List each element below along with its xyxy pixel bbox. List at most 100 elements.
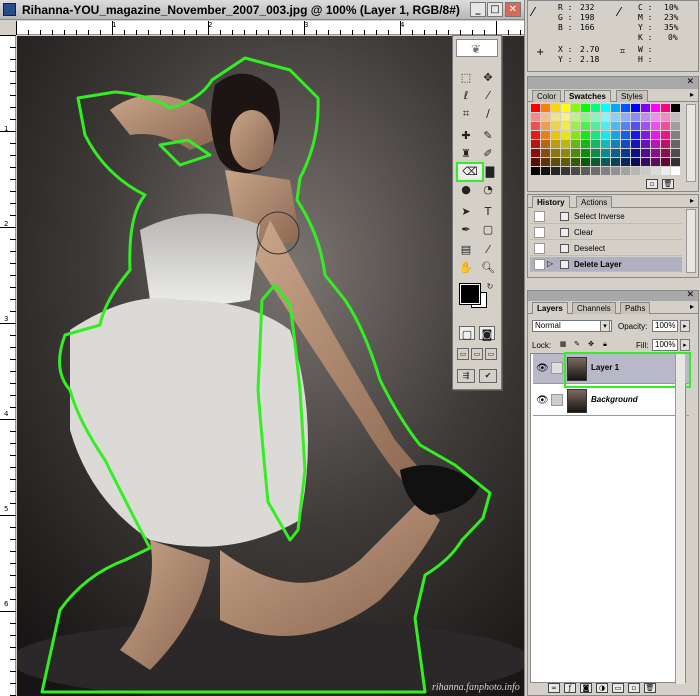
lasso-icon[interactable]: ℓ (457, 88, 475, 104)
swatch[interactable] (671, 149, 680, 157)
chevron-down-icon[interactable]: ▾ (600, 320, 610, 332)
panel-menu-icon[interactable]: ▸ (690, 196, 694, 205)
swatch[interactable] (571, 158, 580, 166)
swatch[interactable] (571, 122, 580, 130)
notes-icon[interactable]: ▤ (457, 242, 475, 258)
swatch[interactable] (561, 158, 570, 166)
swatch[interactable] (671, 167, 680, 175)
swatch[interactable] (541, 149, 550, 157)
swatch[interactable] (531, 140, 540, 148)
swatch[interactable] (581, 122, 590, 130)
swatch[interactable] (561, 167, 570, 175)
foreground-color-swatch[interactable] (459, 283, 481, 305)
swatch[interactable] (531, 149, 540, 157)
tab-channels[interactable]: Channels (572, 302, 616, 314)
panel-menu-icon[interactable]: ▸ (690, 302, 694, 311)
swatch[interactable] (591, 131, 600, 139)
swatch[interactable] (591, 158, 600, 166)
swatch[interactable] (621, 158, 630, 166)
swatch[interactable] (621, 122, 630, 130)
swatch[interactable] (571, 104, 580, 112)
fill-field[interactable]: 100% (652, 339, 678, 351)
hand-icon[interactable]: ✋ (457, 260, 475, 276)
panel-header[interactable]: ✕ (528, 290, 698, 301)
swatch[interactable] (651, 158, 660, 166)
rect-marquee-icon[interactable]: ⬚ (457, 70, 475, 86)
current-state-slider-icon[interactable]: ▷ (547, 259, 553, 268)
swatch[interactable] (611, 158, 620, 166)
opacity-slider-button[interactable]: ▸ (680, 320, 690, 332)
close-icon[interactable]: ✕ (686, 290, 694, 300)
history-brush-icon[interactable]: ✐ (479, 146, 497, 162)
eraser-icon[interactable]: ⌫ (456, 162, 484, 182)
swatch[interactable] (651, 113, 660, 121)
new-layer-icon[interactable]: ▫ (628, 683, 640, 693)
swatch[interactable] (581, 113, 590, 121)
swatch[interactable] (621, 140, 630, 148)
swatch[interactable] (631, 113, 640, 121)
swatch[interactable] (661, 104, 670, 112)
dodge-icon[interactable]: ◔ (479, 182, 497, 198)
swatch[interactable] (651, 149, 660, 157)
swatch[interactable] (571, 113, 580, 121)
close-icon[interactable]: ✕ (686, 77, 694, 87)
swatch[interactable] (601, 131, 610, 139)
swatch[interactable] (551, 122, 560, 130)
swatch[interactable] (561, 131, 570, 139)
slice-icon[interactable]: ∕ (479, 106, 497, 122)
close-button[interactable]: ✕ (505, 2, 521, 17)
swatch[interactable] (631, 104, 640, 112)
swatch[interactable] (641, 158, 650, 166)
swatch[interactable] (581, 140, 590, 148)
swatch[interactable] (551, 104, 560, 112)
swatch[interactable] (561, 113, 570, 121)
shape-icon[interactable]: ▢ (479, 222, 497, 238)
zoom-icon[interactable]: 🔍︎ (479, 260, 497, 276)
swatch[interactable] (671, 104, 680, 112)
swatch[interactable] (651, 140, 660, 148)
swatch[interactable] (671, 122, 680, 130)
swatch[interactable] (541, 140, 550, 148)
swatch[interactable] (611, 167, 620, 175)
maximize-button[interactable]: □ (487, 2, 503, 17)
history-state[interactable]: Clear (530, 225, 682, 240)
swatch[interactable] (661, 158, 670, 166)
tool-options-button[interactable]: ❦ (456, 39, 498, 57)
swatch[interactable] (561, 104, 570, 112)
swatch[interactable] (571, 131, 580, 139)
panel-menu-icon[interactable]: ▸ (690, 90, 694, 99)
swatch[interactable] (671, 113, 680, 121)
swatch[interactable] (601, 167, 610, 175)
layers-scrollbar[interactable] (675, 354, 685, 684)
swatch[interactable] (571, 167, 580, 175)
swatch[interactable] (631, 131, 640, 139)
lock-paint-icon[interactable]: ✎ (572, 339, 582, 351)
swatch[interactable] (611, 131, 620, 139)
eyedropper-icon[interactable]: ⁄ (479, 242, 497, 258)
swatch[interactable] (621, 113, 630, 121)
magic-wand-icon[interactable]: ⁄ (479, 88, 497, 104)
history-brush-source-box[interactable] (534, 211, 545, 222)
swatch[interactable] (651, 131, 660, 139)
healing-brush-icon[interactable]: ✚ (457, 128, 475, 144)
swatch[interactable] (651, 104, 660, 112)
swatch[interactable] (661, 140, 670, 148)
swatch[interactable] (581, 104, 590, 112)
swatch[interactable] (661, 122, 670, 130)
swatch[interactable] (561, 149, 570, 157)
link-box[interactable] (551, 394, 563, 406)
swatch[interactable] (601, 122, 610, 130)
group-folder-icon[interactable]: ▭ (612, 683, 624, 693)
minimize-button[interactable]: _ (470, 2, 486, 17)
swatch[interactable] (541, 158, 550, 166)
swatch[interactable] (581, 131, 590, 139)
panel-header[interactable]: ✕ (528, 77, 698, 89)
swatch[interactable] (631, 140, 640, 148)
tab-paths[interactable]: Paths (620, 302, 651, 314)
swatch[interactable] (631, 158, 640, 166)
swatch[interactable] (601, 149, 610, 157)
layer-style-icon[interactable]: ƒ (564, 683, 576, 693)
toolbox-panel[interactable]: ❦ ⬚ ✥ ℓ ⁄ ⌗ ∕ ✚ ✎ ♜ ✐ ⌫ ▇ ● ◔ ➤ T ✒ ▢ ▤ … (452, 35, 502, 390)
history-state[interactable]: Select Inverse (530, 209, 682, 224)
document-title-bar[interactable]: Rihanna-YOU_magazine_November_2007_003.j… (0, 0, 524, 20)
